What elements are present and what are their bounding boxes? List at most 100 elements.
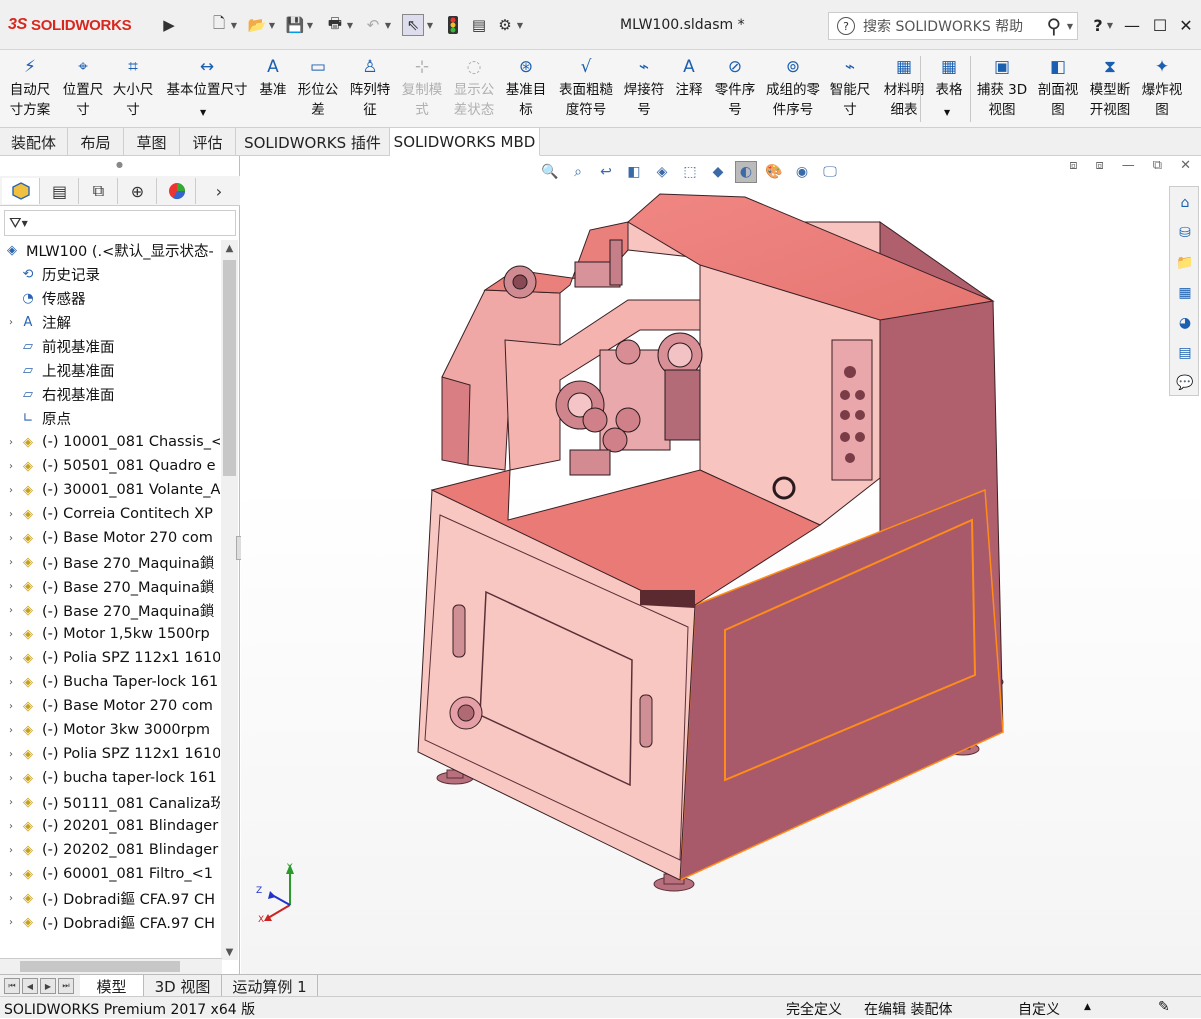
show-tol-status-button[interactable]: ◌ 显示公 差状态 [450, 54, 498, 126]
tree-item[interactable]: › ◈ (-) Motor 3kw 3000rpm [0, 718, 220, 742]
tab-sketch[interactable]: 草图 [124, 128, 180, 156]
tab-layout[interactable]: 布局 [68, 128, 124, 156]
tree-item[interactable]: › ◈ (-) Correia Contitech XP [0, 502, 220, 526]
status-settings-icon[interactable]: ✎ [1158, 999, 1170, 1015]
tree-item[interactable]: › ◈ (-) Base Motor 270 com [0, 694, 220, 718]
expand-arrow-icon[interactable]: › [4, 653, 18, 664]
undo-caret[interactable]: ▼ [384, 14, 392, 36]
basic-location-caret[interactable]: ▼ [200, 108, 206, 117]
expand-arrow-icon[interactable]: › [4, 509, 18, 520]
expand-arrow-icon[interactable]: › [4, 893, 18, 904]
location-dim-button[interactable]: ⌖ 位置尺寸 [60, 54, 106, 126]
tree-item[interactable]: › ◈ (-) 30001_081 Volante_A [0, 478, 220, 502]
nav-prev-icon[interactable]: ◀ [22, 978, 38, 994]
expand-arrow-icon[interactable]: › [4, 317, 18, 328]
nav-next-icon[interactable]: ▶ [40, 978, 56, 994]
file-props-icon[interactable]: ▤ [468, 14, 490, 36]
tree-item[interactable]: › ◈ (-) Base Motor 270 com [0, 526, 220, 550]
tree-item[interactable]: › ◈ (-) 60001_081 Filtro_<1 [0, 862, 220, 886]
expand-menu-icon[interactable]: ▶ [158, 14, 180, 36]
panel-grip-icon[interactable]: ● [116, 160, 123, 169]
solidworks-logo[interactable]: 3S SOLIDWORKS [8, 12, 132, 38]
open-icon[interactable]: 📂 [246, 14, 268, 36]
expand-arrow-icon[interactable]: › [4, 797, 18, 808]
tab-motion-study-1[interactable]: 运动算例 1 [222, 975, 318, 997]
balloon-button[interactable]: ⊘ 零件序号 [712, 54, 758, 126]
tab-addins[interactable]: SOLIDWORKS 插件 [236, 128, 390, 156]
table-caret[interactable]: ▼ [944, 108, 950, 117]
tab-3d-views[interactable]: 3D 视图 [144, 975, 222, 997]
nav-last-icon[interactable]: ⏭ [58, 978, 74, 994]
tree-item[interactable]: › A 注解 [0, 310, 220, 334]
tree-item[interactable]: › ◈ (-) Base 270_Maquina鎖 [0, 574, 220, 598]
search-input[interactable]: 搜索 SOLIDWORKS 帮助 [863, 16, 1041, 36]
expand-arrow-icon[interactable]: › [4, 821, 18, 832]
tree-item[interactable]: › ◈ (-) 50111_081 Canaliza玢 [0, 790, 220, 814]
expand-arrow-icon[interactable]: › [4, 845, 18, 856]
expand-arrow-icon[interactable]: › [4, 629, 18, 640]
tree-item[interactable]: ⟲ 历史记录 [0, 262, 220, 286]
new-caret[interactable]: ▼ [230, 14, 238, 36]
tree-item[interactable]: › ◈ (-) bucha taper-lock 161 [0, 766, 220, 790]
tree-item[interactable]: ▱ 上视基准面 [0, 358, 220, 382]
undo-icon[interactable]: ↶ [362, 14, 384, 36]
nav-first-icon[interactable]: ⏮ [4, 978, 20, 994]
section-view-button[interactable]: ◧ 剖面视图 [1034, 54, 1082, 126]
expand-arrow-icon[interactable]: › [4, 557, 18, 568]
tree-item[interactable]: › ◈ (-) 20201_081 Blindager [0, 814, 220, 838]
expand-arrow-icon[interactable]: › [4, 533, 18, 544]
capture-3d-button[interactable]: ▣ 捕获 3D 视图 [976, 54, 1028, 126]
weld-symbol-button[interactable]: ⌁ 焊接符号 [622, 54, 666, 126]
search-caret[interactable]: ▼ [1067, 22, 1073, 31]
search-icon[interactable]: ⚲ [1041, 13, 1067, 39]
tree-item[interactable]: › ◈ (-) Polia SPZ 112x1 1610 [0, 742, 220, 766]
note-button[interactable]: A 注释 [672, 54, 706, 126]
copy-scheme-button[interactable]: ⊹ 复制模式 [398, 54, 446, 126]
feature-manager-tab[interactable] [2, 178, 40, 204]
broken-view-button[interactable]: ⧗ 模型断 开视图 [1086, 54, 1134, 126]
size-dim-button[interactable]: ⌗ 大小尺寸 [110, 54, 156, 126]
tree-item[interactable]: › ◈ (-) 20202_081 Blindager [0, 838, 220, 862]
expand-arrow-icon[interactable]: › [4, 485, 18, 496]
stacked-balloon-button[interactable]: ⊚ 成组的零 件序号 [764, 54, 822, 126]
minimize-button[interactable]: — [1120, 12, 1144, 38]
print-icon[interactable]: 🖶 [324, 14, 346, 36]
tree-item[interactable]: ▱ 右视基准面 [0, 382, 220, 406]
model-view[interactable]: Y X Z [241, 156, 1201, 974]
graphics-area[interactable]: ⧈ ⧈ — ⧉ ✕ 🔍 ⌕ ↩ ◧ ◈ ⬚ ◆ ◐ 🎨 ◉ 🖵 ⌂ ⛁ 📁 ▦ … [241, 156, 1201, 974]
traffic-light-icon[interactable] [442, 14, 464, 36]
dimxpert-manager-tab[interactable]: ⊕ [119, 178, 157, 204]
options-icon[interactable]: ⚙ [494, 14, 516, 36]
tree-item[interactable]: › ◈ (-) Base 270_Maquina鎖 [0, 550, 220, 574]
tree-item[interactable]: › ◈ (-) Dobradi鏂 CFA.97 CH [0, 910, 220, 934]
tree-filter[interactable]: ⛛ ▼ [4, 210, 236, 236]
expand-arrow-icon[interactable]: › [4, 725, 18, 736]
auto-dim-button[interactable]: ⚡ 自动尺 寸方案 [6, 54, 54, 126]
help-search-box[interactable]: ? 搜索 SOLIDWORKS 帮助 ⚲ ▼ [828, 12, 1078, 40]
tab-evaluate[interactable]: 评估 [180, 128, 236, 156]
tree-item[interactable]: › ◈ (-) Dobradi鏂 CFA.97 CH [0, 886, 220, 910]
expand-arrow-icon[interactable]: › [4, 701, 18, 712]
save-icon[interactable]: 💾 [284, 14, 306, 36]
property-manager-tab[interactable]: ▤ [41, 178, 79, 204]
tab-mbd[interactable]: SOLIDWORKS MBD [390, 128, 540, 156]
tree-item[interactable]: › ◈ (-) Bucha Taper-lock 161 [0, 670, 220, 694]
tree-scrollbar[interactable]: ▲ ▼ [221, 240, 238, 960]
basic-location-dim-button[interactable]: ↔ 基本位置尺寸 [162, 54, 252, 126]
display-manager-tab[interactable] [158, 178, 196, 204]
status-custom[interactable]: 自定义 [1018, 999, 1060, 1019]
scroll-thumb[interactable] [223, 260, 236, 476]
tree-item[interactable]: › ◈ (-) 10001_081 Chassis_< [0, 430, 220, 454]
tree-item[interactable]: ∟ 原点 [0, 406, 220, 430]
tree-item[interactable]: › ◈ (-) Motor 1,5kw 1500rp [0, 622, 220, 646]
tree-root-assembly[interactable]: ◈ MLW100 (.<默认_显示状态- [0, 238, 220, 262]
datum-button[interactable]: A 基准 [258, 54, 288, 126]
expand-arrow-icon[interactable]: › [4, 917, 18, 928]
help-caret[interactable]: ▼ [1106, 14, 1114, 36]
hscroll-thumb[interactable] [20, 961, 180, 972]
surface-finish-button[interactable]: √ 表面粗糙 度符号 [556, 54, 616, 126]
datum-target-button[interactable]: ⊛ 基准目标 [502, 54, 550, 126]
geo-tol-button[interactable]: ▭ 形位公差 [296, 54, 340, 126]
expand-arrow-icon[interactable]: › [4, 605, 18, 616]
tree-item[interactable]: ◔ 传感器 [0, 286, 220, 310]
